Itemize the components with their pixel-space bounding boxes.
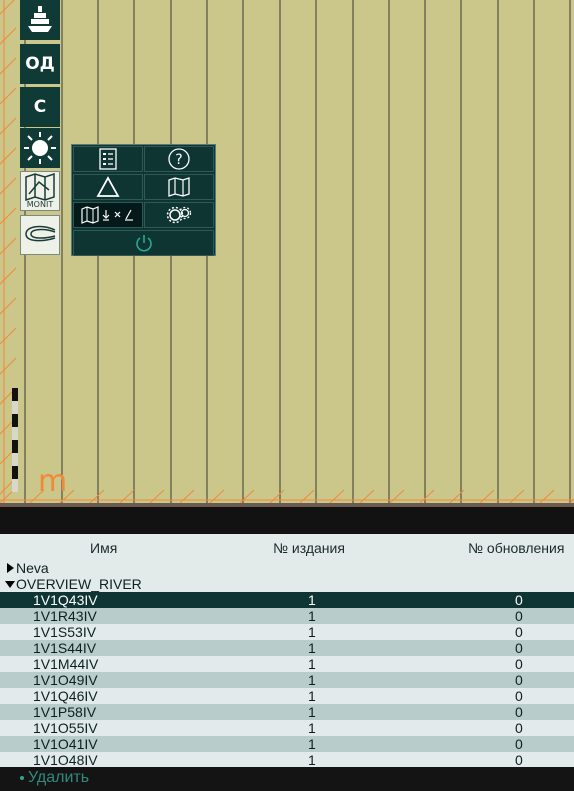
header-name[interactable]: Имя: [90, 540, 117, 556]
menu-settings-button[interactable]: [144, 202, 214, 228]
triangle-icon: [96, 176, 120, 197]
ship-icon: [28, 6, 52, 32]
units-label: m: [38, 464, 68, 499]
chart-edit-icon: [81, 206, 133, 224]
table-row[interactable]: 1V1S53IV 1 0: [0, 624, 574, 640]
table-row[interactable]: 1V1O49IV 1 0: [0, 672, 574, 688]
svg-text:?: ?: [175, 152, 182, 168]
scale-bar: [12, 388, 18, 492]
header-edition[interactable]: № издания: [273, 540, 345, 556]
group-row-neva[interactable]: Neva: [0, 560, 574, 576]
ship-button[interactable]: [20, 0, 60, 40]
brightness-button[interactable]: [20, 128, 60, 168]
menu-list-button[interactable]: [73, 146, 143, 172]
od-label: ОД: [25, 54, 55, 74]
header-update[interactable]: № обновления: [468, 540, 564, 556]
table-row[interactable]: 1V1P58IV 1 0: [0, 704, 574, 720]
monitor-button[interactable]: MONIT: [20, 171, 60, 211]
table-row[interactable]: 1V1O41IV 1 0: [0, 736, 574, 752]
help-icon: ?: [168, 148, 190, 170]
group-name: OVERVIEW_RIVER: [16, 576, 142, 592]
collapse-triangle-icon[interactable]: [5, 579, 15, 589]
table-row[interactable]: 1V1Q43IV 1 0: [0, 592, 574, 608]
monit-label: MONIT: [26, 200, 54, 209]
chart-book-icon: [168, 177, 190, 197]
menu-chart-edit-button[interactable]: [73, 202, 143, 228]
gears-icon: [166, 206, 192, 224]
route-button[interactable]: [20, 215, 60, 255]
expand-triangle-icon[interactable]: [5, 563, 15, 573]
sun-icon: [24, 132, 56, 164]
group-row-overview-river[interactable]: OVERVIEW_RIVER: [0, 576, 574, 592]
c-button[interactable]: С: [20, 87, 60, 127]
menu-triangle-button[interactable]: [73, 174, 143, 200]
od-button[interactable]: ОД: [20, 44, 60, 84]
table-row[interactable]: 1V1O48IV 1 0: [0, 752, 574, 767]
route-icon: [25, 225, 56, 242]
menu-chart-button[interactable]: [144, 174, 214, 200]
popup-menu: ?: [71, 144, 216, 256]
menu-help-button[interactable]: ?: [144, 146, 214, 172]
table-row[interactable]: 1V1Q46IV 1 0: [0, 688, 574, 704]
table-row[interactable]: 1V1S44IV 1 0: [0, 640, 574, 656]
menu-power-button[interactable]: [73, 230, 214, 256]
c-label: С: [33, 97, 47, 117]
delete-button[interactable]: Удалить: [28, 769, 89, 787]
list-icon: [99, 148, 117, 170]
group-name: Neva: [16, 560, 49, 576]
bullet-icon: [20, 776, 24, 780]
chart-list-table: Имя № издания № обновления Neva OVERVIEW…: [0, 534, 574, 767]
toolbar-band: [0, 507, 574, 534]
power-icon: [135, 235, 152, 252]
table-row[interactable]: 1V1R43IV 1 0: [0, 608, 574, 624]
table-row[interactable]: 1V1M44IV 1 0: [0, 656, 574, 672]
table-row[interactable]: 1V1O55IV 1 0: [0, 720, 574, 736]
footer-bar: Удалить: [0, 767, 574, 791]
chart-book-icon: [25, 172, 55, 202]
